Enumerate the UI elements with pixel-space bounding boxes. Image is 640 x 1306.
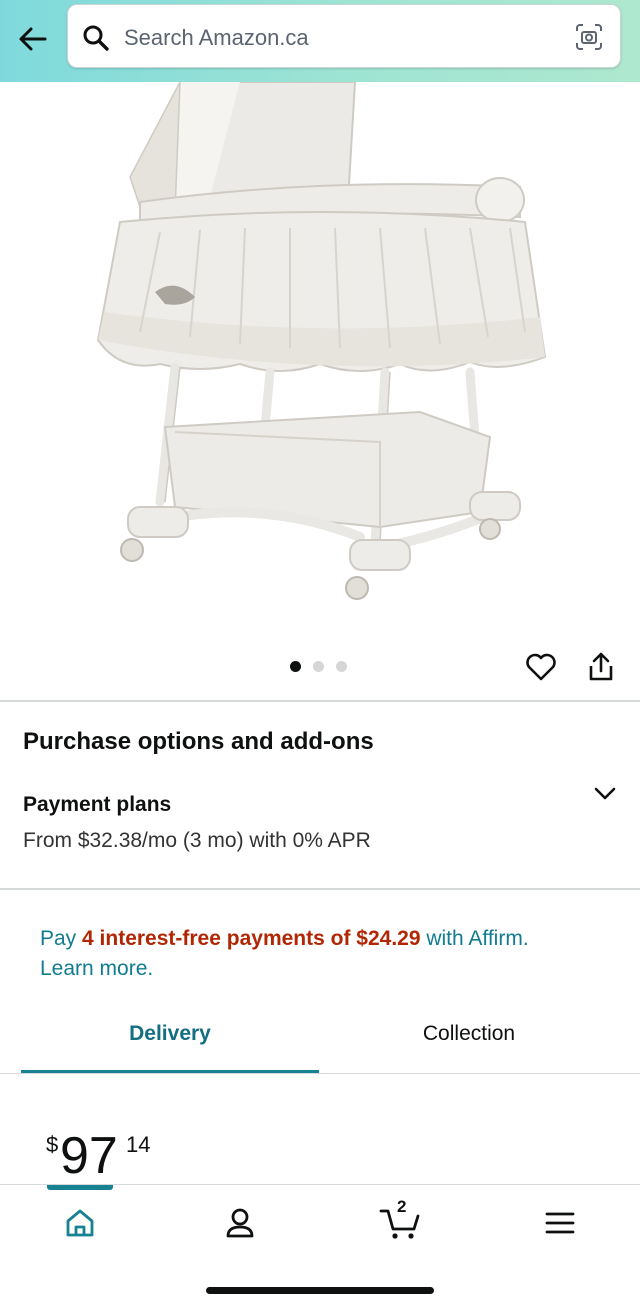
cart-count-badge: 2 bbox=[397, 1197, 407, 1216]
search-placeholder: Search Amazon.ca bbox=[124, 25, 309, 50]
affirm-promo[interactable]: Pay 4 interest-free payments of $24.29 w… bbox=[40, 924, 620, 984]
hamburger-menu-icon bbox=[545, 1212, 575, 1234]
search-input[interactable]: Search Amazon.ca bbox=[67, 4, 621, 68]
image-pager-dots[interactable] bbox=[290, 661, 347, 672]
pager-dot-1[interactable] bbox=[290, 661, 301, 672]
product-image[interactable] bbox=[0, 82, 640, 642]
nav-menu-button[interactable] bbox=[530, 1201, 590, 1245]
wishlist-button[interactable] bbox=[522, 648, 560, 686]
purchase-options-title: Purchase options and add-ons bbox=[23, 728, 374, 755]
price-currency-symbol: $ bbox=[46, 1132, 59, 1157]
system-home-indicator[interactable] bbox=[206, 1287, 434, 1294]
tab-delivery[interactable]: Delivery bbox=[21, 1022, 319, 1074]
affirm-suffix: with Affirm. bbox=[420, 927, 529, 950]
tab-collection[interactable]: Collection bbox=[320, 1022, 618, 1074]
payment-plans-expand-button[interactable] bbox=[588, 776, 622, 810]
pager-dot-3[interactable] bbox=[336, 661, 347, 672]
price-whole: 97 bbox=[60, 1127, 118, 1185]
affirm-prefix: Pay bbox=[40, 927, 83, 950]
affirm-highlight: 4 interest-free payments of $24.29 bbox=[82, 927, 421, 950]
section-divider bbox=[0, 888, 640, 890]
home-icon bbox=[66, 1209, 94, 1237]
back-button[interactable] bbox=[12, 18, 54, 60]
camera-scan-icon[interactable] bbox=[574, 22, 604, 52]
nav-home-button[interactable] bbox=[50, 1201, 110, 1245]
payment-plans-detail: From $32.38/mo (3 mo) with 0% APR bbox=[23, 829, 371, 852]
share-icon bbox=[589, 652, 613, 681]
nav-account-button[interactable] bbox=[210, 1201, 270, 1245]
chevron-down-icon bbox=[594, 787, 616, 800]
pager-dot-2[interactable] bbox=[313, 661, 324, 672]
active-nav-indicator bbox=[47, 1185, 113, 1190]
magnifier-icon bbox=[83, 25, 109, 51]
arrow-left-icon bbox=[19, 27, 47, 51]
price-fraction: 14 bbox=[126, 1132, 151, 1157]
share-button[interactable] bbox=[582, 648, 620, 686]
affirm-learn-more-link[interactable]: Learn more. bbox=[40, 957, 153, 980]
section-divider bbox=[0, 700, 640, 702]
heart-icon bbox=[526, 653, 556, 681]
bottom-navigation: 2 bbox=[0, 1184, 640, 1306]
payment-plans-label[interactable]: Payment plans bbox=[23, 793, 171, 817]
tabs-divider bbox=[0, 1073, 640, 1074]
nav-cart-button[interactable]: 2 bbox=[370, 1197, 430, 1245]
top-header: Search Amazon.ca bbox=[0, 0, 640, 82]
user-icon bbox=[226, 1208, 254, 1238]
